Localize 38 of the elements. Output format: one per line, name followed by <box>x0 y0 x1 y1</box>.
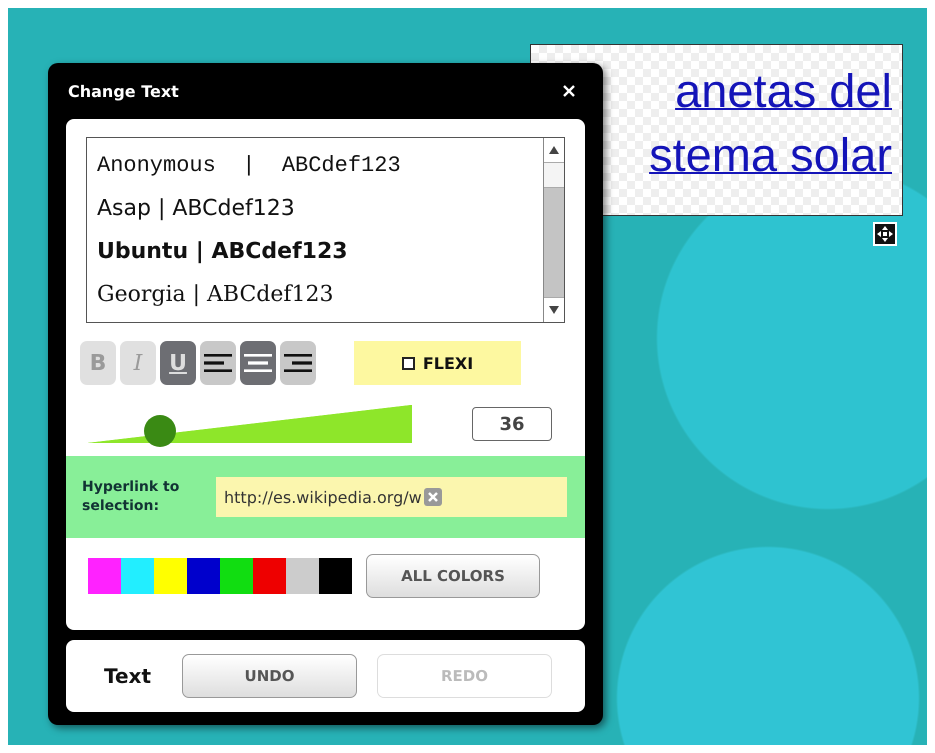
font-list-item[interactable]: Asap | ABCdef123 <box>97 187 533 230</box>
size-field[interactable]: 36 <box>472 407 552 441</box>
color-swatch[interactable] <box>121 558 154 594</box>
color-swatch[interactable] <box>220 558 253 594</box>
flexi-checkbox[interactable] <box>402 356 415 370</box>
text-line: stema solar <box>649 127 892 183</box>
move-icon[interactable] <box>873 222 897 246</box>
footer-label: Text <box>104 664 152 688</box>
align-center-button[interactable] <box>240 341 276 385</box>
scrollbar[interactable] <box>543 138 564 322</box>
font-list-item[interactable]: Anonymous | ABCdef123 <box>97 144 533 187</box>
color-swatch[interactable] <box>319 558 352 594</box>
scroll-thumb[interactable] <box>544 187 564 297</box>
color-swatch[interactable] <box>187 558 220 594</box>
font-list-item[interactable]: Georgia | ABCdef123 <box>97 273 533 316</box>
undo-button[interactable]: UNDO <box>182 654 357 698</box>
font-list-item[interactable]: Ubuntu | ABCdef123 <box>97 230 533 273</box>
align-right-icon <box>284 354 312 372</box>
scroll-up-icon[interactable] <box>544 138 564 163</box>
color-swatch[interactable] <box>154 558 187 594</box>
scroll-down-icon[interactable] <box>544 297 564 322</box>
dialog-title: Change Text <box>68 82 179 100</box>
align-right-button[interactable] <box>280 341 316 385</box>
all-colors-button[interactable]: ALL COLORS <box>366 554 540 598</box>
hyperlink-label: Hyperlink to selection: <box>82 478 180 516</box>
underline-button[interactable]: U <box>160 341 196 385</box>
color-swatch[interactable] <box>253 558 286 594</box>
align-left-icon <box>204 354 232 372</box>
close-icon[interactable] <box>563 85 575 97</box>
url-field[interactable]: http://es.wikipedia.org/w <box>216 477 567 517</box>
flexi-label: FLEXI <box>422 354 474 372</box>
align-center-icon <box>244 354 272 372</box>
color-swatch[interactable] <box>88 558 121 594</box>
clear-icon[interactable] <box>424 488 442 506</box>
text-line: anetas del <box>675 63 892 119</box>
slider-thumb[interactable] <box>144 415 176 447</box>
align-left-button[interactable] <box>200 341 236 385</box>
color-swatch[interactable] <box>286 558 319 594</box>
